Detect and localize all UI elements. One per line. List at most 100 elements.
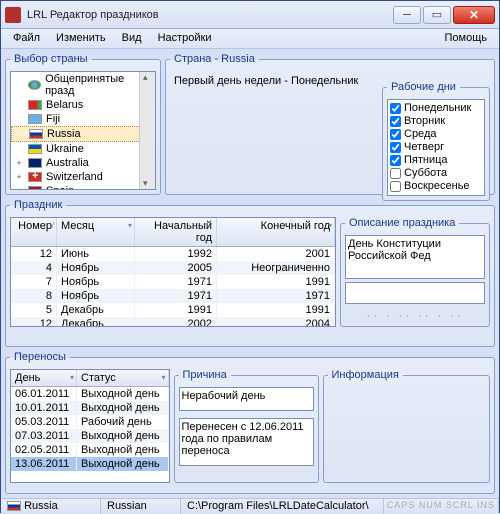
- table-row[interactable]: 10.01.2011Выходной день: [11, 401, 169, 415]
- country-label: Australia: [46, 157, 89, 169]
- menu-help[interactable]: Помощь: [437, 29, 496, 48]
- menu-file[interactable]: Файл: [5, 29, 48, 48]
- country-info-legend: Страна - Russia: [170, 53, 259, 65]
- country-item[interactable]: + Australia: [11, 156, 155, 170]
- expand-icon[interactable]: [14, 80, 24, 90]
- workday-label: Пятница: [404, 154, 448, 167]
- workday-label: Вторник: [404, 115, 445, 128]
- minimize-button[interactable]: ─: [393, 6, 421, 24]
- flag-icon: [28, 100, 42, 110]
- country-label: Belarus: [46, 99, 83, 111]
- maximize-button[interactable]: ▭: [423, 6, 451, 24]
- workday-checkbox[interactable]: [390, 129, 401, 140]
- country-label: Общепринятые празд: [45, 73, 152, 97]
- holiday-group: Праздник Номер/ Месяц▾ Начальный год Кон…: [5, 199, 495, 347]
- col-start[interactable]: Начальный год: [135, 218, 217, 246]
- record-nav[interactable]: ·· · ·· ·· · ··: [345, 310, 485, 322]
- expand-icon[interactable]: [14, 144, 24, 154]
- titlebar: LRL Редактор праздников ─ ▭ ✕: [1, 1, 499, 29]
- table-row[interactable]: 12Декабрь20022004: [11, 317, 335, 326]
- country-label: Switzerland: [46, 171, 103, 183]
- country-item[interactable]: Fiji: [11, 112, 155, 126]
- table-row[interactable]: 7Ноябрь19711991: [11, 275, 335, 289]
- country-item[interactable]: + Spain: [11, 184, 155, 190]
- window-title: LRL Редактор праздников: [27, 9, 393, 21]
- reason-text[interactable]: Нерабочий день: [179, 387, 314, 411]
- workday-item: Суббота: [390, 167, 482, 180]
- table-row[interactable]: 8Ноябрь19711971: [11, 289, 335, 303]
- status-country: Russia: [1, 499, 101, 514]
- workdays-legend: Рабочие дни: [387, 81, 460, 93]
- table-row[interactable]: 07.03.2011Выходной день: [11, 429, 169, 443]
- workday-checkbox[interactable]: [390, 116, 401, 127]
- workday-checkbox[interactable]: [390, 155, 401, 166]
- description-extra[interactable]: [345, 282, 485, 304]
- country-label: Fiji: [46, 113, 60, 125]
- country-list[interactable]: Общепринятые празд Belarus Fiji Russia U…: [10, 71, 156, 190]
- workday-label: Понедельник: [404, 102, 471, 115]
- flag-icon: [29, 129, 43, 139]
- menu-view[interactable]: Вид: [114, 29, 150, 48]
- menu-settings[interactable]: Настройки: [150, 29, 220, 48]
- reason-group: Причина Нерабочий день Перенесен с 12.06…: [174, 369, 319, 483]
- table-row[interactable]: 06.01.2011Выходной день: [11, 387, 169, 401]
- country-label: Russia: [47, 128, 81, 140]
- col-status[interactable]: Статус▾: [77, 370, 169, 386]
- expand-icon[interactable]: [14, 100, 24, 110]
- country-label: Spain: [46, 185, 74, 190]
- table-row[interactable]: 12Июнь19922001: [11, 247, 335, 261]
- table-row[interactable]: 4Ноябрь2005Неограниченно: [11, 261, 335, 275]
- country-item[interactable]: Общепринятые празд: [11, 72, 155, 98]
- country-item[interactable]: Belarus: [11, 98, 155, 112]
- info-legend: Информация: [328, 369, 403, 381]
- expand-icon[interactable]: [15, 129, 25, 139]
- description-group: Описание праздника День Конституции Росс…: [340, 217, 490, 327]
- country-item[interactable]: Ukraine: [11, 142, 155, 156]
- holiday-legend: Праздник: [10, 199, 66, 211]
- workday-checkbox[interactable]: [390, 181, 401, 192]
- workday-item: Пятница: [390, 154, 482, 167]
- workday-checkbox[interactable]: [390, 168, 401, 179]
- workday-label: Суббота: [404, 167, 447, 180]
- col-month[interactable]: Месяц▾: [57, 218, 135, 246]
- holiday-grid[interactable]: Номер/ Месяц▾ Начальный год Конечный год…: [10, 217, 336, 327]
- workday-label: Воскресенье: [404, 180, 470, 193]
- col-number[interactable]: Номер/: [11, 218, 57, 246]
- col-day[interactable]: День▾: [11, 370, 77, 386]
- workday-item: Четверг: [390, 141, 482, 154]
- expand-icon[interactable]: +: [14, 186, 24, 190]
- expand-icon[interactable]: +: [14, 158, 24, 168]
- table-row[interactable]: 02.05.2011Выходной день: [11, 443, 169, 457]
- flag-icon: [28, 172, 42, 182]
- flag-icon: [28, 114, 42, 124]
- table-row[interactable]: 5Декабрь19911991: [11, 303, 335, 317]
- workday-checkbox[interactable]: [390, 103, 401, 114]
- country-item[interactable]: Russia: [11, 126, 155, 142]
- expand-icon[interactable]: [14, 114, 24, 124]
- carry-legend: Переносы: [10, 351, 70, 363]
- workday-item: Понедельник: [390, 102, 482, 115]
- flag-icon: [7, 501, 21, 511]
- country-label: Ukraine: [46, 143, 84, 155]
- workday-label: Среда: [404, 128, 436, 141]
- menubar: Файл Изменить Вид Настройки Помощь: [1, 29, 499, 49]
- table-row[interactable]: 13.06.2011Выходной день: [11, 457, 169, 471]
- statusbar: Russia Russian C:\Program Files\LRLDateC…: [1, 498, 499, 514]
- col-end[interactable]: Конечный год▾: [217, 218, 335, 246]
- workday-item: Воскресенье: [390, 180, 482, 193]
- close-button[interactable]: ✕: [453, 6, 495, 24]
- expand-icon[interactable]: +: [14, 172, 24, 182]
- menu-edit[interactable]: Изменить: [48, 29, 114, 48]
- description-text[interactable]: День Конституции Российской Фед: [345, 235, 485, 279]
- workdays-group: Рабочие дни ПонедельникВторникСредаЧетве…: [382, 81, 490, 201]
- scrollbar[interactable]: [139, 72, 155, 189]
- flag-icon: [28, 186, 42, 190]
- workday-checkbox[interactable]: [390, 142, 401, 153]
- reason-legend: Причина: [179, 369, 231, 381]
- status-indicators: CAPS NUM SCRL INS: [384, 499, 499, 514]
- flag-icon: [28, 144, 42, 154]
- country-info-group: Страна - Russia Первый день недели - Пон…: [165, 53, 495, 195]
- carry-grid[interactable]: День▾ Статус▾ 06.01.2011Выходной день10.…: [10, 369, 170, 483]
- country-item[interactable]: + Switzerland: [11, 170, 155, 184]
- table-row[interactable]: 05.03.2011Рабочий день: [11, 415, 169, 429]
